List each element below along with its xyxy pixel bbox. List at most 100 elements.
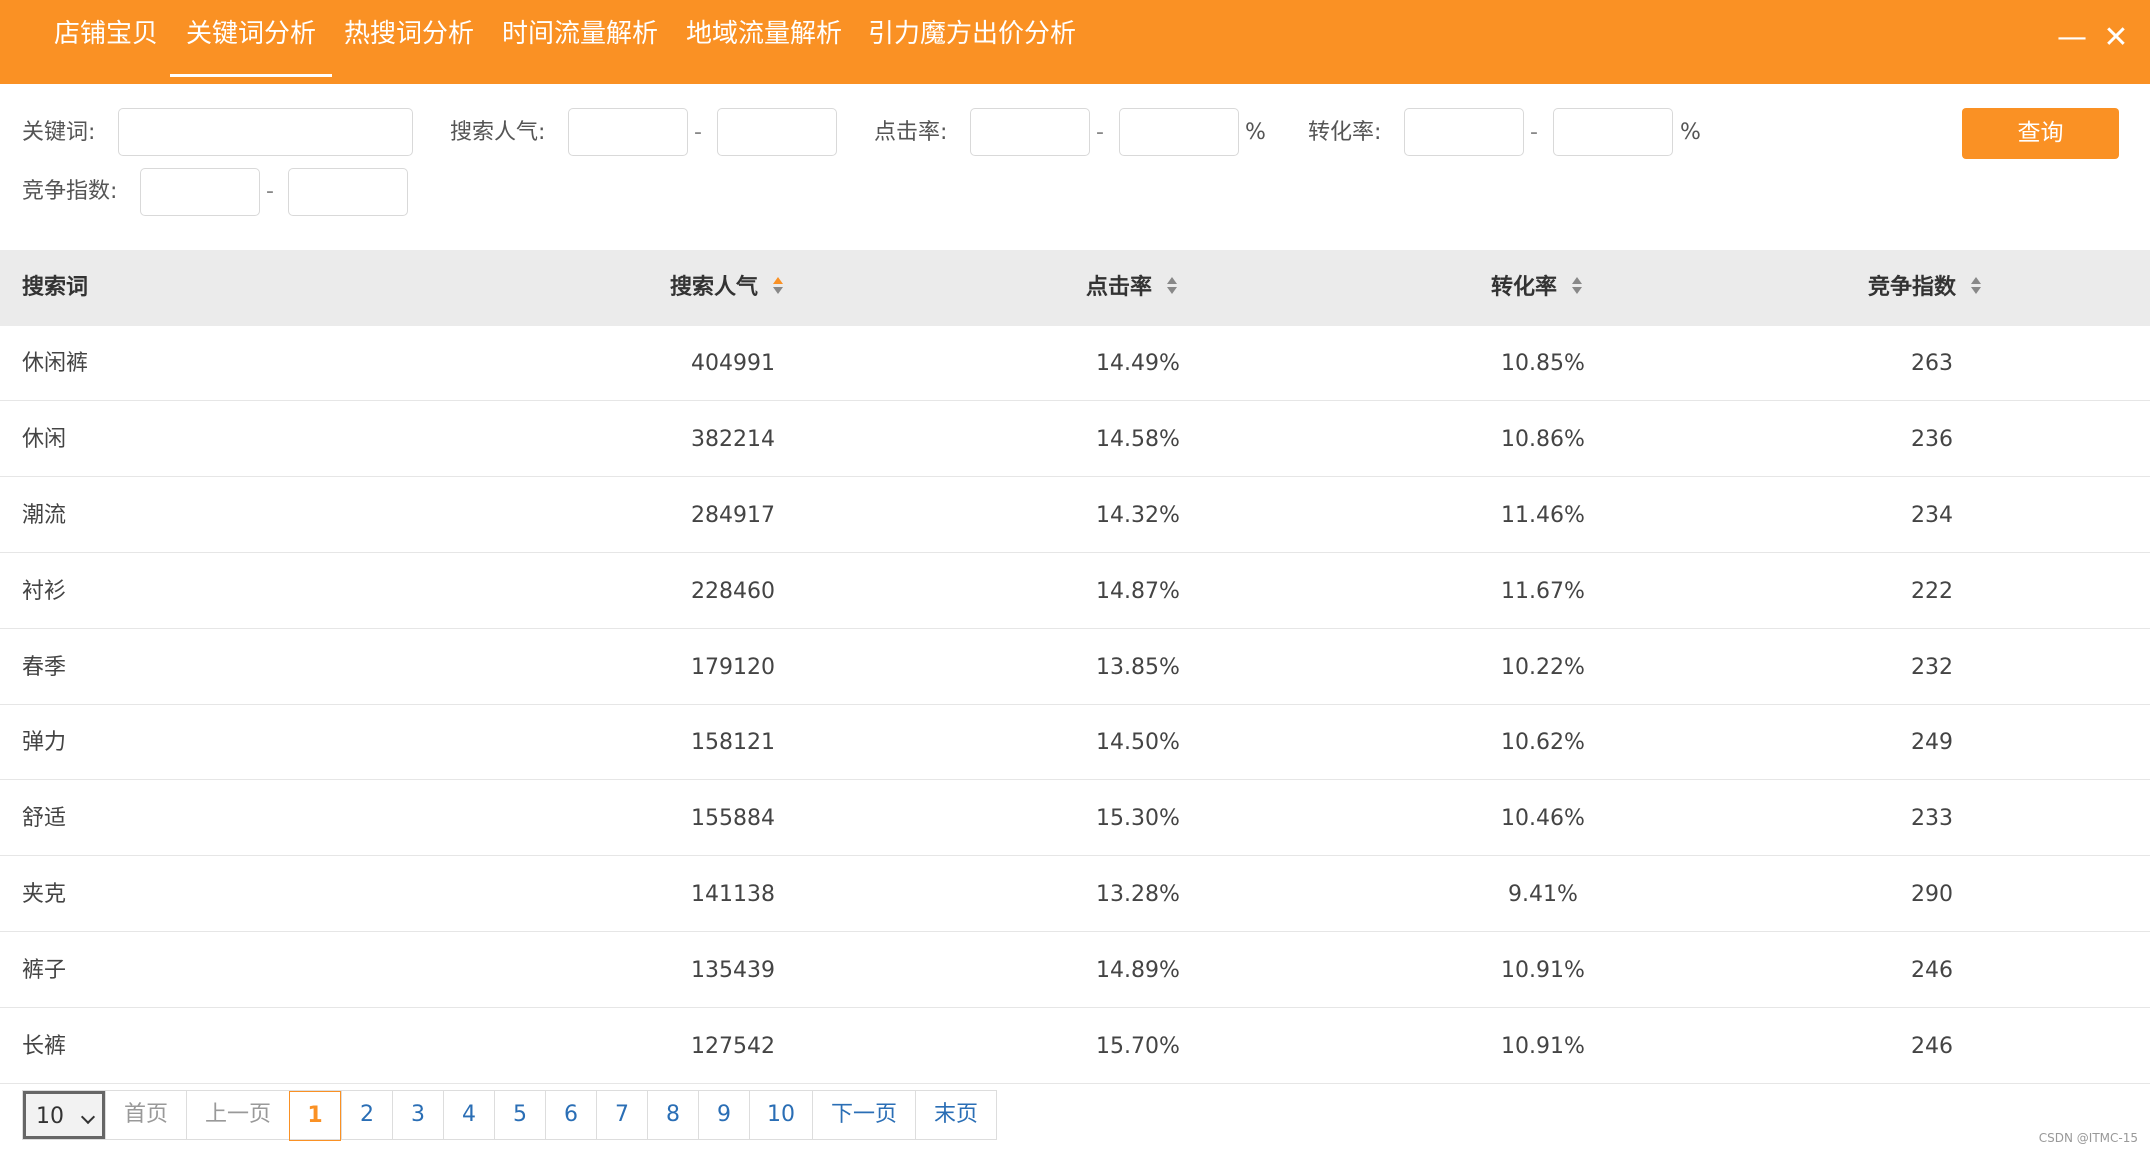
cell-ctr: 14.58% [1096, 427, 1180, 452]
page-5-button[interactable]: 5 [494, 1091, 545, 1139]
table-row[interactable]: 夹克 141138 13.28% 9.41% 290 [0, 857, 2150, 932]
cell-competition: 249 [1911, 730, 1953, 755]
cell-keyword: 舒适 [22, 806, 67, 831]
cvr-max-input[interactable] [1553, 108, 1673, 156]
cell-ctr: 13.85% [1096, 655, 1180, 680]
header-cvr[interactable]: 转化率 [1491, 250, 1583, 326]
sort-icon[interactable] [1166, 275, 1178, 297]
table-row[interactable]: 裤子 135439 14.89% 10.91% 246 [0, 933, 2150, 1008]
table-row[interactable]: 弹力 158121 14.50% 10.62% 249 [0, 705, 2150, 780]
header-keyword: 搜索词 [22, 275, 89, 300]
keyword-label: 关键词: [22, 120, 96, 145]
cvr-min-input[interactable] [1404, 108, 1524, 156]
range-separator: - [1096, 120, 1104, 145]
cell-popularity: 135439 [691, 958, 775, 983]
cell-popularity: 404991 [691, 351, 775, 376]
competition-min-input[interactable] [140, 168, 260, 216]
competition-max-input[interactable] [288, 168, 408, 216]
cell-ctr: 14.89% [1096, 958, 1180, 983]
cell-keyword: 潮流 [22, 503, 67, 528]
page-8-button[interactable]: 8 [647, 1091, 698, 1139]
table-row[interactable]: 舒适 155884 15.30% 10.46% 233 [0, 781, 2150, 856]
page-1-button[interactable]: 1 [289, 1091, 342, 1141]
page-7-button[interactable]: 7 [596, 1091, 647, 1139]
competition-label: 竞争指数: [22, 179, 118, 204]
cell-ctr: 14.49% [1096, 351, 1180, 376]
prev-page-button[interactable]: 上一页 [186, 1091, 289, 1139]
popularity-max-input[interactable] [717, 108, 837, 156]
page-6-button[interactable]: 6 [545, 1091, 596, 1139]
table-row[interactable]: 休闲裤 404991 14.49% 10.85% 263 [0, 326, 2150, 401]
tab-keyword-analysis[interactable]: 关键词分析 [169, 14, 333, 77]
ctr-max-input[interactable] [1119, 108, 1239, 156]
table-row[interactable]: 休闲 382214 14.58% 10.86% 236 [0, 402, 2150, 477]
cell-keyword: 衬衫 [22, 579, 67, 604]
minimize-icon[interactable]: — [2054, 20, 2090, 56]
table-row[interactable]: 衬衫 228460 14.87% 11.67% 222 [0, 554, 2150, 629]
popularity-label: 搜索人气: [450, 120, 546, 145]
table-header: 搜索词 搜索人气 点击率 转化率 竞争指数 [0, 250, 2150, 326]
cell-competition: 232 [1911, 655, 1953, 680]
cell-cvr: 11.67% [1501, 579, 1585, 604]
page-4-button[interactable]: 4 [443, 1091, 494, 1139]
header-popularity[interactable]: 搜索人气 [670, 250, 784, 326]
table-row[interactable]: 春季 179120 13.85% 10.22% 232 [0, 630, 2150, 705]
cell-keyword: 休闲 [22, 427, 67, 452]
range-separator: - [266, 179, 274, 204]
table-row[interactable]: 长裤 127542 15.70% 10.91% 246 [0, 1009, 2150, 1084]
cell-cvr: 10.91% [1501, 1034, 1585, 1059]
cell-competition: 246 [1911, 1034, 1953, 1059]
cell-ctr: 15.30% [1096, 806, 1180, 831]
cell-popularity: 127542 [691, 1034, 775, 1059]
first-page-button[interactable]: 首页 [105, 1091, 186, 1139]
range-separator: - [1530, 120, 1538, 145]
query-button[interactable]: 查询 [1962, 108, 2119, 159]
top-nav-bar: 店铺宝贝 关键词分析 热搜词分析 时间流量解析 地域流量解析 引力魔方出价分析 … [0, 0, 2150, 84]
cvr-label: 转化率: [1308, 120, 1382, 145]
range-separator: - [694, 120, 702, 145]
sort-icon[interactable] [1970, 275, 1982, 297]
popularity-min-input[interactable] [568, 108, 688, 156]
page-9-button[interactable]: 9 [698, 1091, 749, 1139]
tab-region-traffic[interactable]: 地域流量解析 [686, 14, 842, 54]
cell-ctr: 13.28% [1096, 882, 1180, 907]
percent-sign: % [1245, 120, 1266, 145]
close-icon[interactable]: ✕ [2098, 20, 2134, 56]
table-row[interactable]: 潮流 284917 14.32% 11.46% 234 [0, 478, 2150, 553]
page-3-button[interactable]: 3 [392, 1091, 443, 1139]
tab-hot-search-analysis[interactable]: 热搜词分析 [344, 14, 474, 54]
cell-popularity: 179120 [691, 655, 775, 680]
cell-cvr: 10.85% [1501, 351, 1585, 376]
cell-ctr: 15.70% [1096, 1034, 1180, 1059]
page-2-button[interactable]: 2 [341, 1091, 392, 1139]
cell-competition: 236 [1911, 427, 1953, 452]
cell-competition: 246 [1911, 958, 1953, 983]
ctr-label: 点击率: [874, 120, 948, 145]
percent-sign: % [1680, 120, 1701, 145]
sort-icon[interactable] [1571, 275, 1583, 297]
tab-time-traffic[interactable]: 时间流量解析 [502, 14, 658, 54]
cell-competition: 263 [1911, 351, 1953, 376]
cell-popularity: 284917 [691, 503, 775, 528]
cell-keyword: 休闲裤 [22, 351, 89, 376]
ctr-min-input[interactable] [970, 108, 1090, 156]
cell-cvr: 10.46% [1501, 806, 1585, 831]
tab-shop-items[interactable]: 店铺宝贝 [54, 14, 158, 54]
keyword-input[interactable] [118, 108, 413, 156]
cell-cvr: 11.46% [1501, 503, 1585, 528]
cell-popularity: 141138 [691, 882, 775, 907]
cell-cvr: 10.86% [1501, 427, 1585, 452]
pagination: 10 首页 上一页 1 2 3 4 5 6 7 8 9 10 下一页 末页 [22, 1090, 998, 1141]
cell-popularity: 158121 [691, 730, 775, 755]
sort-icon[interactable] [772, 275, 784, 297]
last-page-button[interactable]: 末页 [915, 1091, 996, 1139]
cell-ctr: 14.50% [1096, 730, 1180, 755]
header-ctr[interactable]: 点击率 [1086, 250, 1178, 326]
header-competition[interactable]: 竞争指数 [1868, 250, 1982, 326]
next-page-button[interactable]: 下一页 [812, 1091, 915, 1139]
cell-competition: 290 [1911, 882, 1953, 907]
tab-bid-analysis[interactable]: 引力魔方出价分析 [868, 14, 1076, 54]
cell-cvr: 10.22% [1501, 655, 1585, 680]
page-size-select[interactable]: 10 [23, 1091, 105, 1139]
page-10-button[interactable]: 10 [749, 1091, 812, 1139]
